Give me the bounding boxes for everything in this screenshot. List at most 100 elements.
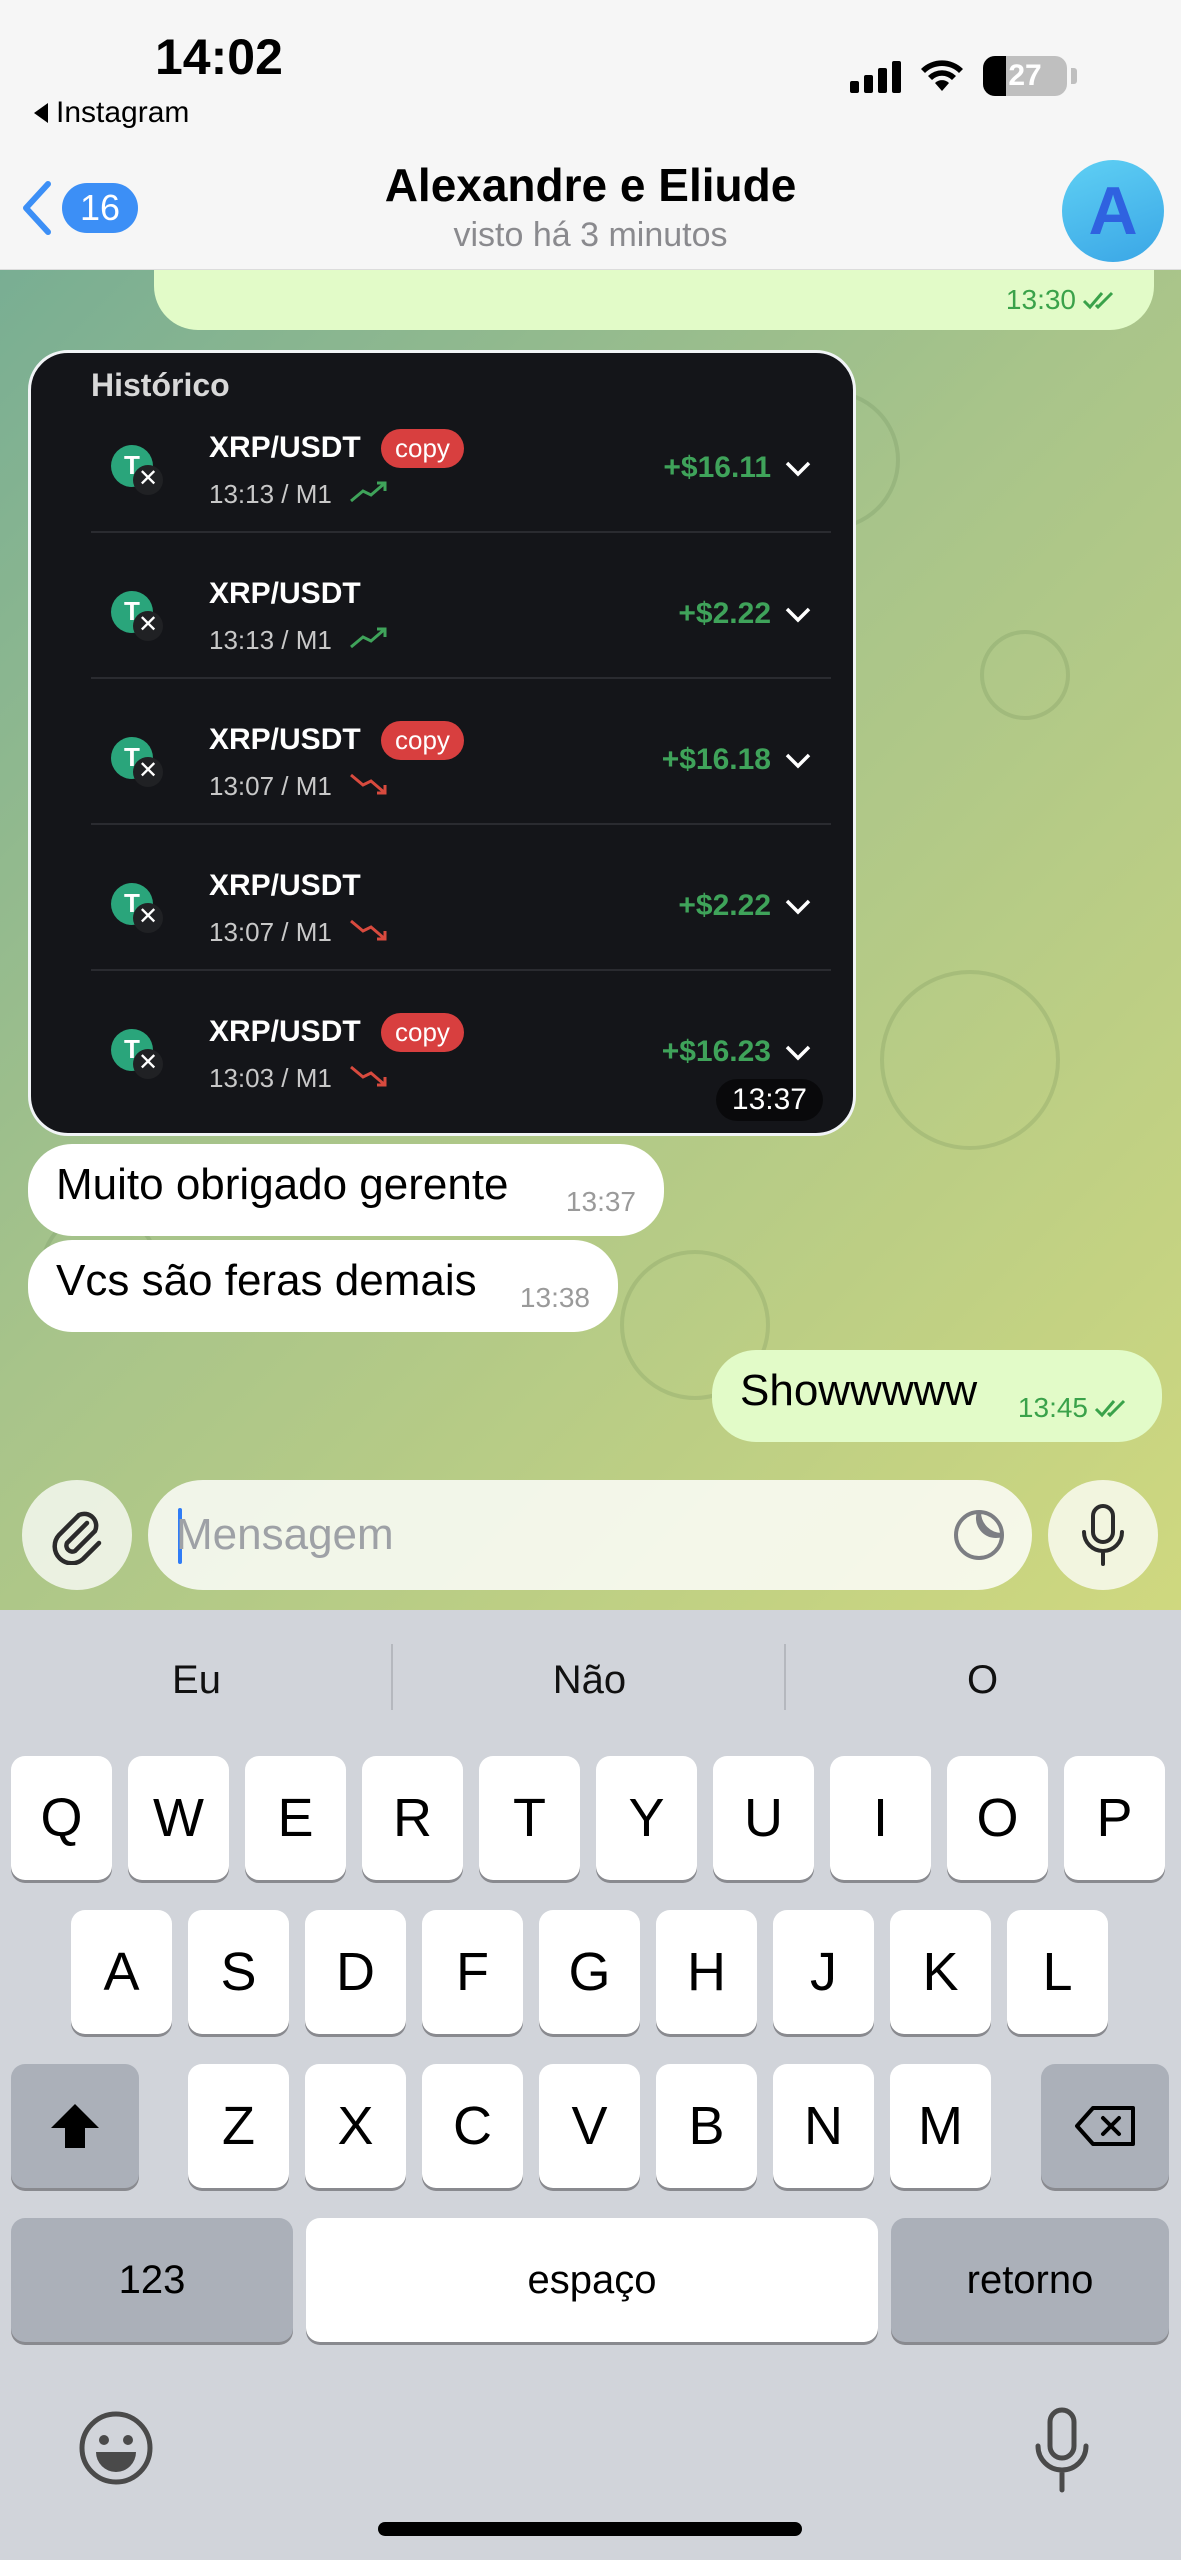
key-b[interactable]: B: [656, 2064, 757, 2188]
chevron-down-icon: [785, 461, 811, 477]
key-e[interactable]: E: [245, 1756, 346, 1880]
key-j[interactable]: J: [773, 1910, 874, 2034]
message-bubble-incoming[interactable]: Muito obrigado gerente 13:37: [28, 1144, 664, 1236]
key-s[interactable]: S: [188, 1910, 289, 2034]
key-x[interactable]: X: [305, 2064, 406, 2188]
chevron-down-icon: [785, 607, 811, 623]
wifi-icon: [921, 60, 963, 91]
trend-down-icon: [350, 919, 387, 941]
trade-pair: XRP/USDT: [209, 577, 361, 610]
chevron-down-icon: [785, 1045, 811, 1061]
trade-amount: +$16.23: [661, 1035, 771, 1068]
battery-percent: 27: [1008, 59, 1042, 92]
suggestion-item[interactable]: Eu: [0, 1610, 393, 1750]
trade-meta: 13:07 / M1: [209, 917, 332, 947]
chat-area[interactable]: 13:30 Histórico T ✕ XRP/USDT copy 13:13 …: [0, 270, 1181, 1610]
key-p[interactable]: P: [1064, 1756, 1165, 1880]
back-to-app-link[interactable]: Instagram: [34, 96, 189, 130]
paperclip-icon: [52, 1511, 102, 1565]
key-u[interactable]: U: [713, 1756, 814, 1880]
message-bubble-outgoing[interactable]: Showwwww 13:45: [712, 1350, 1162, 1442]
suggestion-item[interactable]: Não: [393, 1610, 786, 1750]
key-q[interactable]: Q: [11, 1756, 112, 1880]
key-h[interactable]: H: [656, 1910, 757, 2034]
trade-row: T ✕ XRP/USDT 13:07 / M1 +$2.22: [91, 825, 831, 971]
trade-amount: +$16.11: [663, 451, 771, 484]
key-w[interactable]: W: [128, 1756, 229, 1880]
attach-button[interactable]: [22, 1480, 132, 1590]
trade-pair: XRP/USDT: [209, 1015, 361, 1048]
key-z[interactable]: Z: [188, 2064, 289, 2188]
trade-amount: +$16.18: [661, 743, 771, 776]
key-o[interactable]: O: [947, 1756, 1048, 1880]
message-bubble-outgoing[interactable]: 13:30: [154, 270, 1154, 330]
microphone-icon: [1082, 1504, 1124, 1566]
key-f[interactable]: F: [422, 1910, 523, 2034]
trade-pair: XRP/USDT: [209, 431, 361, 464]
top-bar: 14:02 Instagram 27 16 Alexandre e Eliude…: [0, 0, 1181, 270]
key-n[interactable]: N: [773, 2064, 874, 2188]
trade-row: T ✕ XRP/USDT 13:13 / M1 +$2.22: [91, 533, 831, 679]
trade-pair: XRP/USDT: [209, 869, 361, 902]
return-key[interactable]: retorno: [891, 2218, 1169, 2342]
message-input-container[interactable]: [148, 1480, 1032, 1590]
message-text: Vcs são feras demais: [56, 1256, 477, 1305]
trend-up-icon: [350, 627, 387, 649]
key-d[interactable]: D: [305, 1910, 406, 2034]
back-app-label: Instagram: [56, 96, 190, 129]
message-text: Muito obrigado gerente: [56, 1160, 509, 1209]
copy-tag: copy: [381, 429, 464, 468]
status-time: 14:02: [155, 29, 283, 85]
space-key[interactable]: espaço: [306, 2218, 878, 2342]
trade-meta: 13:03 / M1: [209, 1063, 332, 1093]
read-receipt-icon: [1082, 291, 1114, 310]
key-m[interactable]: M: [890, 2064, 991, 2188]
battery-icon: 27: [983, 56, 1067, 96]
emoji-icon[interactable]: [78, 2410, 154, 2486]
delete-key[interactable]: [1041, 2064, 1169, 2188]
trade-history-image[interactable]: Histórico T ✕ XRP/USDT copy 13:13 / M1 +…: [28, 350, 856, 1136]
key-i[interactable]: I: [830, 1756, 931, 1880]
read-receipt-icon: [1094, 1399, 1126, 1418]
key-a[interactable]: A: [71, 1910, 172, 2034]
numbers-key[interactable]: 123: [11, 2218, 293, 2342]
trend-up-icon: [350, 481, 387, 503]
key-l[interactable]: L: [1007, 1910, 1108, 2034]
avatar[interactable]: A: [1062, 160, 1164, 262]
message-time: 13:38: [519, 1282, 590, 1313]
key-v[interactable]: V: [539, 2064, 640, 2188]
copy-tag: copy: [381, 1013, 464, 1052]
last-seen-status: visto há 3 minutos: [453, 216, 728, 254]
trend-down-icon: [350, 773, 387, 795]
key-k[interactable]: K: [890, 1910, 991, 2034]
key-c[interactable]: C: [422, 2064, 523, 2188]
xrp-coin-icon: ✕: [133, 757, 163, 787]
key-y[interactable]: Y: [596, 1756, 697, 1880]
voice-message-button[interactable]: [1048, 1480, 1158, 1590]
xrp-coin-icon: ✕: [133, 611, 163, 641]
shift-key[interactable]: [11, 2064, 139, 2188]
trade-meta: 13:13 / M1: [209, 625, 332, 655]
trade-row: T ✕ XRP/USDT copy 13:07 / M1 +$16.18: [91, 679, 831, 825]
key-g[interactable]: G: [539, 1910, 640, 2034]
message-text: Showwwww: [740, 1366, 978, 1415]
trade-meta: 13:07 / M1: [209, 771, 332, 801]
message-bubble-incoming[interactable]: Vcs são feras demais 13:38: [28, 1240, 618, 1332]
xrp-coin-icon: ✕: [133, 465, 163, 495]
suggestion-item[interactable]: O: [786, 1610, 1179, 1750]
message-time: 13:30: [1005, 284, 1076, 315]
xrp-coin-icon: ✕: [133, 903, 163, 933]
copy-tag: copy: [381, 721, 464, 760]
keyboard: Eu Não O Q W E R T Y U I O P A S D F G H…: [0, 1610, 1181, 2560]
message-time: 13:37: [565, 1186, 636, 1217]
chevron-down-icon: [785, 899, 811, 915]
cellular-signal-icon: [850, 59, 901, 93]
dictation-mic-icon[interactable]: [1030, 2406, 1094, 2496]
home-indicator[interactable]: [378, 2522, 802, 2536]
key-t[interactable]: T: [479, 1756, 580, 1880]
sticker-icon[interactable]: [952, 1508, 1006, 1562]
message-input[interactable]: [176, 1500, 936, 1570]
trade-row: T ✕ XRP/USDT copy 13:13 / M1 +$16.11: [91, 387, 831, 533]
key-r[interactable]: R: [362, 1756, 463, 1880]
chat-title[interactable]: Alexandre e Eliude: [0, 158, 1181, 212]
